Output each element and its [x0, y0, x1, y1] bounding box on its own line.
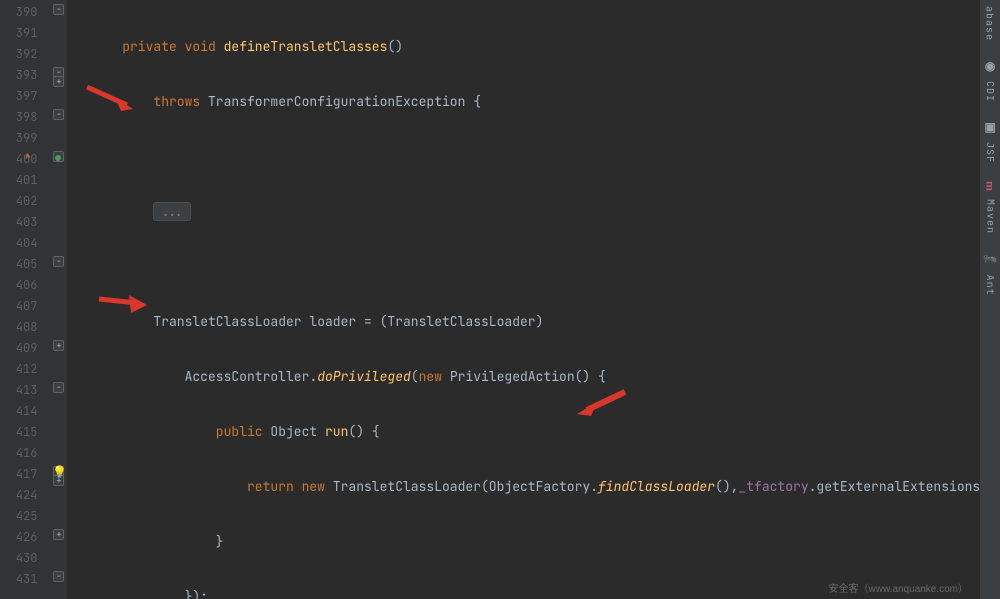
line-number[interactable]: 397 [0, 86, 49, 107]
watermark: 安全客（www.anquanke.com） [829, 580, 969, 595]
jsf-icon: ▣ [982, 120, 998, 135]
tool-jsf[interactable]: ▣ JSF [982, 120, 998, 163]
line-number[interactable]: 417 [0, 464, 49, 485]
intention-bulb-icon[interactable]: 💡 [52, 464, 67, 480]
line-number[interactable]: 415 [0, 422, 49, 443]
line-number[interactable]: 424 [0, 485, 49, 506]
fold-expand-icon[interactable] [53, 529, 64, 540]
line-number[interactable]: 407 [0, 296, 49, 317]
maven-icon: m [984, 181, 998, 192]
cdi-icon: ◉ [982, 59, 998, 74]
tool-database[interactable]: abase [984, 6, 997, 41]
line-number[interactable]: 413 [0, 380, 49, 401]
line-number[interactable]: 409 [0, 338, 49, 359]
line-number[interactable]: 399 [0, 128, 49, 149]
line-number[interactable]: 426 [0, 527, 49, 548]
fold-collapse-icon[interactable] [53, 571, 64, 582]
line-number[interactable]: 402 [0, 191, 49, 212]
annotation-arrow [577, 388, 627, 416]
fold-expand-icon[interactable] [53, 340, 64, 351]
line-number[interactable]: 430 [0, 548, 49, 569]
right-toolbar: abase ◉ CDI ▣ JSF m Maven 🐜 Ant [980, 0, 1000, 599]
line-number[interactable]: 403 [0, 212, 49, 233]
line-number[interactable]: 405 [0, 254, 49, 275]
line-number[interactable]: 393 [0, 65, 49, 86]
code-area[interactable]: private void defineTransletClasses() thr… [67, 0, 980, 599]
line-number-gutter[interactable]: 3903913923933973983994004014024034044054… [0, 0, 49, 599]
line-number[interactable]: 391 [0, 23, 49, 44]
line-number[interactable]: 404 [0, 233, 49, 254]
fold-expand-icon[interactable] [53, 76, 64, 87]
tool-maven[interactable]: m Maven [983, 181, 998, 234]
line-number[interactable]: 406 [0, 275, 49, 296]
override-marker-icon[interactable]: ▲ [25, 151, 30, 161]
line-number[interactable]: 408 [0, 317, 49, 338]
line-number[interactable]: 412 [0, 359, 49, 380]
line-number[interactable]: 414 [0, 401, 49, 422]
fold-collapse-icon[interactable] [53, 109, 64, 120]
fold-collapse-icon[interactable] [53, 4, 64, 15]
fold-column[interactable]: 💡▲ [49, 0, 67, 599]
line-number[interactable]: 390 [0, 2, 49, 23]
tool-ant[interactable]: 🐜 Ant [982, 252, 998, 296]
ide-editor: 3903913923933973983994004014024034044054… [0, 0, 1000, 599]
line-number[interactable]: 416 [0, 443, 49, 464]
fold-collapse-icon[interactable] [53, 256, 64, 267]
line-number[interactable]: 425 [0, 506, 49, 527]
line-number[interactable]: 401 [0, 170, 49, 191]
fold-placeholder[interactable]: ... [153, 202, 190, 221]
ant-icon: 🐜 [982, 252, 998, 268]
tool-cdi[interactable]: ◉ CDI [982, 59, 998, 102]
line-number[interactable]: 392 [0, 44, 49, 65]
line-number[interactable]: 431 [0, 569, 49, 590]
line-number[interactable]: 398 [0, 107, 49, 128]
fold-collapse-icon[interactable] [53, 382, 64, 393]
